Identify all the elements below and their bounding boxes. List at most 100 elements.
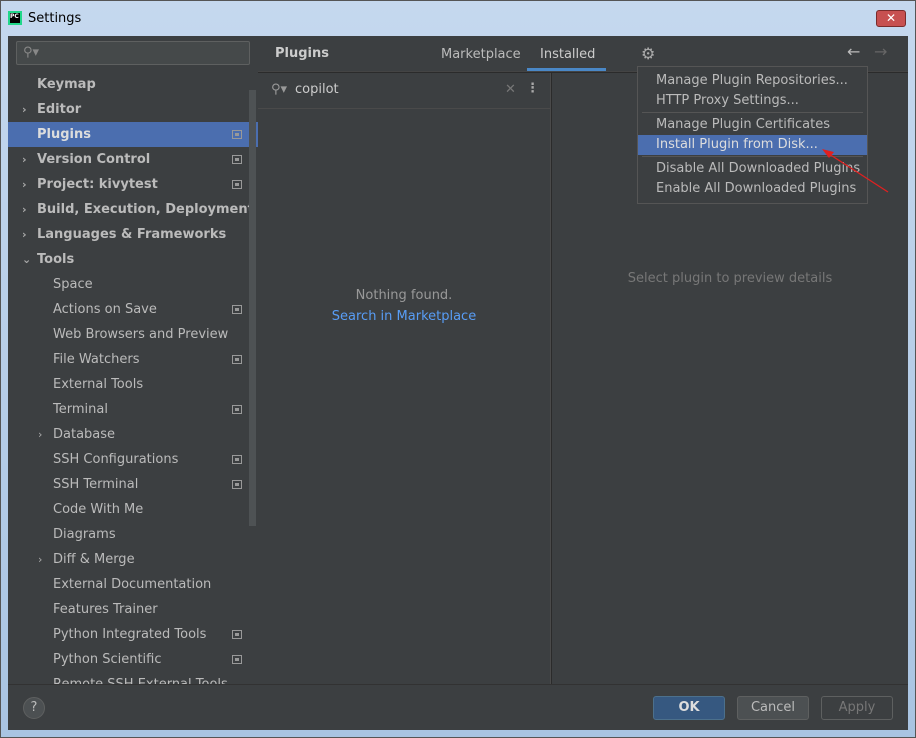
sidebar-item[interactable]: Space [8,272,258,297]
sidebar-item-label: Keymap [37,77,96,92]
sidebar-item[interactable]: › Project: kivytest [8,172,258,197]
window-title: Settings [28,10,82,26]
pycharm-icon: PC [8,11,22,25]
sidebar-item-label: Python Integrated Tools [53,627,207,642]
sidebar-item[interactable]: Python Scientific [8,647,258,672]
settings-content: ⚲▾ Keymap › Editor Plugins › Version Control ›… [8,36,908,730]
sidebar-item[interactable]: Actions on Save [8,297,258,322]
sidebar-item-label: External Tools [53,377,144,392]
project-scope-icon [232,405,242,414]
menu-separator [642,112,863,113]
sidebar-item[interactable]: Keymap [8,72,258,97]
sidebar-item[interactable]: ⌄ Tools [8,247,258,272]
sidebar-item[interactable]: › Database [8,422,258,447]
menu-item[interactable]: Manage Plugin Repositories... [638,71,867,91]
sidebar-item[interactable]: External Documentation [8,572,258,597]
sidebar-item[interactable]: Code With Me [8,497,258,522]
back-arrow-icon[interactable]: ← [847,42,860,61]
sidebar-item-label: Diff & Merge [53,552,135,567]
sidebar-item[interactable]: › Languages & Frameworks [8,222,258,247]
sidebar-scrollbar[interactable] [249,90,256,526]
sidebar-item-label: SSH Terminal [53,477,139,492]
chevron-right-icon[interactable]: › [22,197,27,222]
sidebar-item-label: External Documentation [53,577,212,592]
gear-icon[interactable]: ⚙ [641,44,655,63]
title-bar: PC Settings [8,6,81,30]
ok-button[interactable]: OK [653,696,725,720]
sidebar-item-label: Editor [37,102,82,117]
sidebar-item[interactable]: › Diff & Merge [8,547,258,572]
settings-search-input[interactable]: ⚲▾ [16,41,250,65]
sidebar-item-label: Features Trainer [53,602,158,617]
apply-button[interactable]: Apply [821,696,893,720]
sidebar-item-label: Version Control [37,152,151,167]
chevron-down-icon[interactable]: ⌄ [22,247,31,272]
search-icon: ⚲▾ [271,82,288,97]
sidebar-item-label: Python Scientific [53,652,162,667]
plugin-search-field[interactable]: ⚲▾ copilot ✕ ⋮ [258,73,550,109]
tab-marketplace[interactable]: Marketplace [441,47,521,62]
sidebar-item[interactable]: Plugins [8,122,258,147]
sidebar-item-label: Languages & Frameworks [37,227,227,242]
project-scope-icon [232,655,242,664]
sidebar-item-label: Space [53,277,93,292]
sidebar-item-label: Diagrams [53,527,116,542]
chevron-right-icon[interactable]: › [22,147,27,172]
sidebar-item[interactable]: Terminal [8,397,258,422]
sidebar-item-label: Remote SSH External Tools [53,677,228,684]
sidebar-item-label: File Watchers [53,352,140,367]
sidebar-item[interactable]: Features Trainer [8,597,258,622]
footer-bar: ? OK Cancel Apply [8,684,908,730]
sidebar-item[interactable]: External Tools [8,372,258,397]
chevron-right-icon[interactable]: › [22,172,27,197]
sidebar-item-label: Tools [37,252,75,267]
search-icon: ⚲▾ [23,45,40,60]
sidebar-item[interactable]: › Editor [8,97,258,122]
chevron-right-icon[interactable]: › [22,97,27,122]
tab-installed[interactable]: Installed [540,47,595,62]
settings-tree: Keymap › Editor Plugins › Version Control › Pro… [8,72,258,684]
annotation-arrow [822,149,889,193]
chevron-right-icon[interactable]: › [38,547,42,572]
project-scope-icon [232,355,242,364]
sidebar-item[interactable]: File Watchers [8,347,258,372]
chevron-right-icon[interactable]: › [38,422,42,447]
sidebar-item[interactable]: Web Browsers and Preview [8,322,258,347]
sidebar-item[interactable]: › Build, Execution, Deployment [8,197,258,222]
project-scope-icon [232,130,242,139]
project-scope-icon [232,155,242,164]
chevron-right-icon[interactable]: › [22,222,27,247]
sidebar-item-label: Build, Execution, Deployment [37,202,254,217]
forward-arrow-icon[interactable]: → [874,42,887,61]
menu-item[interactable]: HTTP Proxy Settings... [638,91,867,111]
project-scope-icon [232,305,242,314]
sidebar-item-label: Actions on Save [53,302,157,317]
sidebar-item-label: Database [53,427,116,442]
sidebar-item-label: Project: kivytest [37,177,158,192]
cancel-button[interactable]: Cancel [737,696,809,720]
active-tab-indicator [527,68,606,71]
plugin-list-panel: ⚲▾ copilot ✕ ⋮ Nothing found. Search in … [258,73,551,684]
sidebar-item-label: Code With Me [53,502,144,517]
empty-text: Nothing found. [355,288,453,303]
close-button[interactable]: ✕ [876,10,906,27]
sidebar-item[interactable]: Remote SSH External Tools [8,672,258,684]
more-options-icon[interactable]: ⋮ [526,81,539,96]
sidebar-item[interactable]: SSH Terminal [8,472,258,497]
sidebar-item-label: Plugins [37,127,91,142]
project-scope-icon [232,180,242,189]
sidebar-item[interactable]: Diagrams [8,522,258,547]
plugin-search-input[interactable]: copilot [295,82,339,97]
sidebar-item-label: SSH Configurations [53,452,179,467]
sidebar-item[interactable]: › Version Control [8,147,258,172]
sidebar-item[interactable]: Python Integrated Tools [8,622,258,647]
clear-icon[interactable]: ✕ [505,82,516,97]
detail-placeholder: Select plugin to preview details [627,271,833,286]
help-button[interactable]: ? [23,697,45,719]
sidebar-item-label: Terminal [53,402,108,417]
sidebar-item-label: Web Browsers and Preview [53,327,229,342]
sidebar-item[interactable]: SSH Configurations [8,447,258,472]
menu-item[interactable]: Manage Plugin Certificates [638,115,867,135]
search-marketplace-link[interactable]: Search in Marketplace [258,309,550,324]
sidebar: ⚲▾ Keymap › Editor Plugins › Version Control ›… [8,36,258,684]
